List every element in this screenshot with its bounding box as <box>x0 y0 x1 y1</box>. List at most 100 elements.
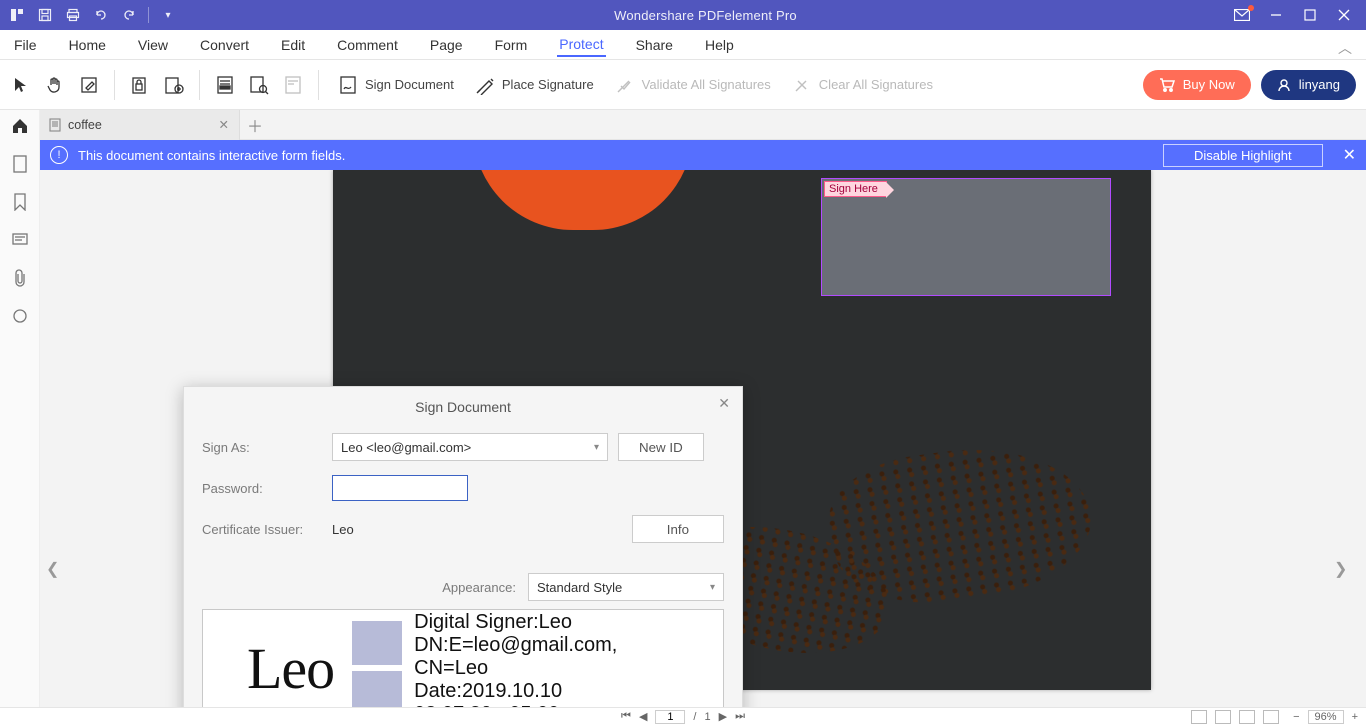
password-label: Password: <box>202 481 322 496</box>
next-page-icon[interactable]: ▶ <box>719 710 727 723</box>
shapes-panel-icon[interactable] <box>10 306 30 326</box>
view-continuous-icon[interactable] <box>1215 710 1231 724</box>
sign-as-value: Leo <leo@gmail.com> <box>341 440 471 455</box>
close-icon[interactable] <box>1336 7 1352 23</box>
user-icon <box>1277 78 1291 92</box>
appearance-value: Standard Style <box>537 580 622 595</box>
new-id-button[interactable]: New ID <box>618 433 704 461</box>
first-page-icon[interactable]: ⏮ <box>621 710 631 723</box>
encrypt-icon[interactable] <box>129 74 151 96</box>
print-icon[interactable] <box>64 6 82 24</box>
window-controls <box>1234 7 1366 23</box>
place-signature-label: Place Signature <box>502 77 594 92</box>
info-message: This document contains interactive form … <box>78 148 345 163</box>
permissions-icon[interactable] <box>163 74 185 96</box>
document-canvas[interactable]: Sign Here ❮ ❯ Sign Document ✕ Sign As: L… <box>40 170 1366 707</box>
edit-tool-icon[interactable] <box>78 74 100 96</box>
signature-field[interactable]: Sign Here <box>821 178 1111 296</box>
place-signature-icon <box>474 74 496 96</box>
menu-protect[interactable]: Protect <box>557 32 605 57</box>
page-number-input[interactable] <box>655 710 685 724</box>
password-input[interactable] <box>332 475 468 501</box>
preview-line: 03:07:39 +05:00 <box>414 703 617 708</box>
menu-view[interactable]: View <box>136 33 170 57</box>
menu-comment[interactable]: Comment <box>335 33 400 57</box>
dialog-title: Sign Document <box>415 399 511 415</box>
menu-edit[interactable]: Edit <box>279 33 307 57</box>
mail-icon[interactable] <box>1234 7 1250 23</box>
disable-highlight-button[interactable]: Disable Highlight <box>1163 144 1323 167</box>
info-button[interactable]: Info <box>632 515 724 543</box>
maximize-icon[interactable] <box>1302 7 1318 23</box>
preview-line: Date:2019.10.10 <box>414 680 617 703</box>
pointer-tool-icon[interactable] <box>10 74 32 96</box>
place-signature-button[interactable]: Place Signature <box>470 70 598 100</box>
menu-convert[interactable]: Convert <box>198 33 251 57</box>
clear-signatures-button[interactable]: Clear All Signatures <box>787 70 937 100</box>
new-tab-button[interactable]: ＋ <box>240 110 270 140</box>
ribbon-toolbar: Sign Document Place Signature Validate A… <box>0 60 1366 110</box>
bookmarks-icon[interactable] <box>10 192 30 212</box>
home-icon[interactable] <box>10 116 30 136</box>
menu-page[interactable]: Page <box>428 33 465 57</box>
next-page-caret-icon[interactable]: ❯ <box>1334 559 1348 573</box>
buy-now-label: Buy Now <box>1183 77 1235 92</box>
zoom-in-icon[interactable]: + <box>1352 711 1358 723</box>
menu-help[interactable]: Help <box>703 33 736 57</box>
view-facing-continuous-icon[interactable] <box>1263 710 1279 724</box>
app-title: Wondershare PDFelement Pro <box>177 8 1234 23</box>
preview-details: Digital Signer:Leo DN:E=leo@gmail.com, C… <box>414 611 617 708</box>
redact-mark-icon[interactable] <box>214 74 236 96</box>
redact-search-icon[interactable] <box>248 74 270 96</box>
sign-document-button[interactable]: Sign Document <box>333 70 458 100</box>
zoom-value[interactable]: 96% <box>1308 710 1344 724</box>
info-icon: ! <box>50 146 68 164</box>
attachments-icon[interactable] <box>10 268 30 288</box>
user-button[interactable]: linyang <box>1261 70 1356 100</box>
sign-as-label: Sign As: <box>202 440 322 455</box>
redact-apply-icon[interactable] <box>282 74 304 96</box>
title-bar: ▾ Wondershare PDFelement Pro <box>0 0 1366 30</box>
view-facing-icon[interactable] <box>1239 710 1255 724</box>
redo-icon[interactable] <box>120 6 138 24</box>
issuer-label: Certificate Issuer: <box>202 522 322 537</box>
last-page-icon[interactable]: ⏭ <box>735 710 745 723</box>
tab-close-icon[interactable]: ✕ <box>219 117 229 132</box>
buy-now-button[interactable]: Buy Now <box>1143 70 1251 100</box>
view-single-icon[interactable] <box>1191 710 1207 724</box>
qat-divider <box>148 7 149 23</box>
undo-icon[interactable] <box>92 6 110 24</box>
prev-page-caret-icon[interactable]: ❮ <box>46 559 60 573</box>
menu-share[interactable]: Share <box>634 33 675 57</box>
menu-file[interactable]: File <box>12 33 39 57</box>
minimize-icon[interactable] <box>1268 7 1284 23</box>
preview-thumb-icon <box>352 621 402 665</box>
sign-as-select[interactable]: Leo <leo@gmail.com> ▾ <box>332 433 608 461</box>
qat-more-icon[interactable]: ▾ <box>159 6 177 24</box>
prev-page-icon[interactable]: ◀ <box>639 710 647 723</box>
comments-icon[interactable] <box>10 230 30 250</box>
validate-signatures-button[interactable]: Validate All Signatures <box>610 70 775 100</box>
thumbnails-icon[interactable] <box>10 154 30 174</box>
appearance-select[interactable]: Standard Style ▾ <box>528 573 724 601</box>
preview-thumb-icon <box>352 671 402 707</box>
document-tab[interactable]: coffee ✕ <box>40 110 240 140</box>
zoom-out-icon[interactable]: − <box>1293 711 1299 723</box>
appearance-label: Appearance: <box>442 580 516 595</box>
document-tab-strip: coffee ✕ ＋ <box>40 110 1366 140</box>
hand-tool-icon[interactable] <box>44 74 66 96</box>
doc-tab-label: coffee <box>68 118 102 132</box>
app-logo-icon <box>8 6 26 24</box>
sign-document-label: Sign Document <box>365 77 454 92</box>
save-icon[interactable] <box>36 6 54 24</box>
menu-form[interactable]: Form <box>493 33 530 57</box>
menu-bar: File Home View Convert Edit Comment Page… <box>0 30 1366 60</box>
info-close-icon[interactable]: ✕ <box>1343 145 1356 165</box>
menu-home[interactable]: Home <box>67 33 108 57</box>
page-total: 1 <box>704 711 710 723</box>
dialog-close-icon[interactable]: ✕ <box>718 395 730 412</box>
vertical-scrollbar[interactable] <box>1354 170 1366 707</box>
validate-signatures-label: Validate All Signatures <box>642 77 771 92</box>
collapse-ribbon-icon[interactable]: ︿ <box>1338 38 1352 58</box>
clear-icon <box>791 74 813 96</box>
